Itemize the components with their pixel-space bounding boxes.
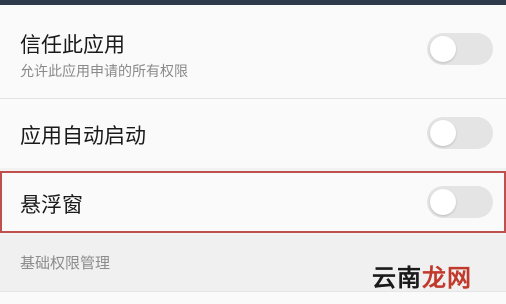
toggle-knob — [430, 120, 456, 146]
toggle-knob — [430, 189, 456, 215]
trust-app-toggle[interactable] — [427, 33, 493, 65]
watermark-logo: 云南龙网 — [372, 258, 472, 293]
section-header-label: 基础权限管理 — [20, 254, 111, 272]
setting-row-auto-start[interactable]: 应用自动启动 — [0, 98, 506, 168]
toggle-knob — [430, 36, 456, 62]
auto-start-toggle[interactable] — [427, 117, 493, 149]
watermark-part1: 云南 — [372, 264, 422, 292]
floating-window-toggle[interactable] — [427, 186, 493, 218]
watermark-part2: 龙网 — [422, 264, 472, 292]
setting-title-auto-start: 应用自动启动 — [20, 124, 146, 148]
setting-title-trust-app: 信任此应用 — [20, 33, 125, 57]
setting-row-trust-app[interactable]: 信任此应用 允许此应用申请的所有权限 — [0, 5, 506, 98]
setting-subtitle-trust-app: 允许此应用申请的所有权限 — [20, 64, 188, 80]
setting-row-floating-window[interactable]: 悬浮窗 — [0, 171, 506, 233]
setting-title-floating-window: 悬浮窗 — [20, 193, 83, 217]
